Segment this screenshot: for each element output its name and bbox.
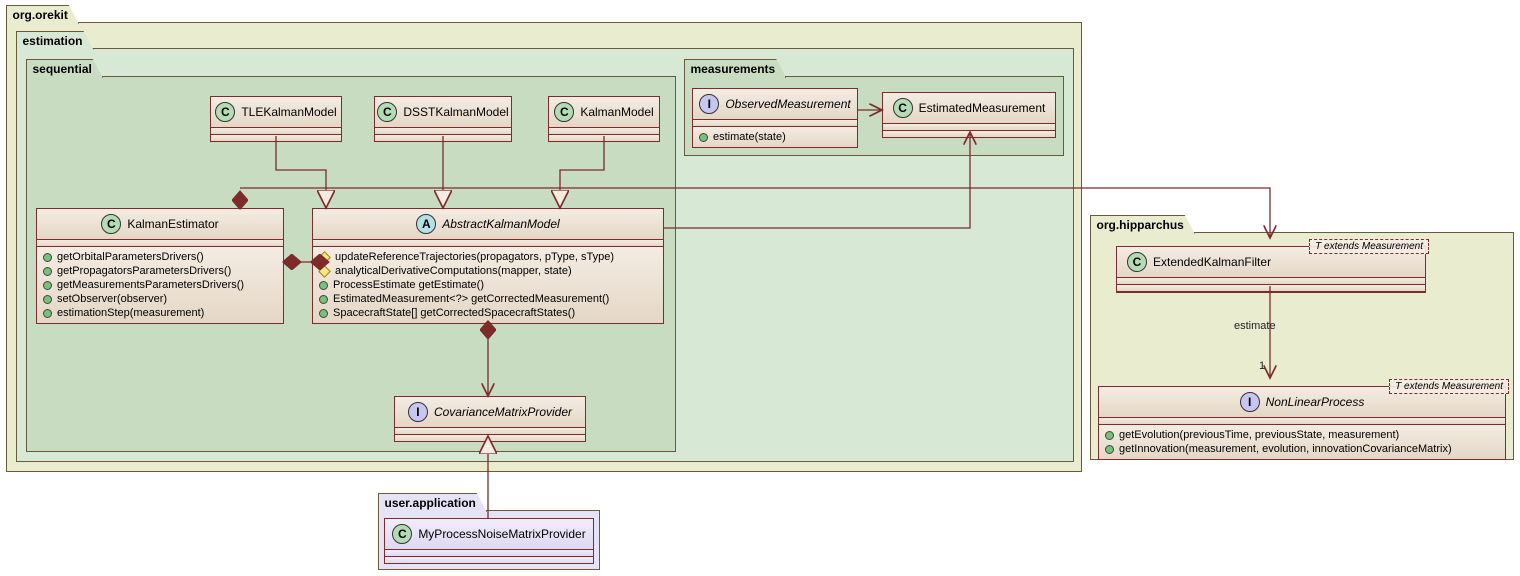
uml-canvas: org.orekit estimation sequential measure… — [0, 0, 1520, 576]
interface-observedmeasurement: I ObservedMeasurement estimate(state) — [692, 88, 858, 148]
public-method-icon — [43, 253, 52, 262]
public-method-icon — [699, 133, 708, 142]
edge-label-estimate: estimate — [1234, 320, 1276, 332]
method: setObserver(observer) — [57, 292, 167, 306]
class-name: MyProcessNoiseMatrixProvider — [418, 527, 585, 541]
class-dsstkalmanmodel: C DSSTKalmanModel — [374, 96, 512, 142]
class-stereotype-icon: C — [893, 98, 913, 118]
public-method-icon — [43, 309, 52, 318]
class-stereotype-icon: C — [377, 102, 397, 122]
protected-abstract-method-icon — [318, 251, 331, 264]
package-estimation-tab: estimation — [16, 31, 94, 50]
method: getMeasurementsParametersDrivers() — [57, 278, 244, 292]
class-name: CovarianceMatrixProvider — [434, 405, 572, 419]
interface-covariancematrixprovider: I CovarianceMatrixProvider — [394, 396, 586, 442]
edge-label-multiplicity-1: 1 — [1259, 360, 1265, 372]
method: getEvolution(previousTime, previousState… — [1119, 428, 1399, 442]
interface-nonlinearprocess: I NonLinearProcess getEvolution(previous… — [1098, 386, 1506, 460]
public-method-icon — [319, 281, 328, 290]
class-estimatedmeasurement: C EstimatedMeasurement — [882, 92, 1056, 138]
method: getInnovation(measurement, evolution, in… — [1119, 442, 1452, 456]
class-kalmanmodel: C KalmanModel — [548, 96, 660, 142]
class-name: EstimatedMeasurement — [919, 101, 1046, 115]
class-kalmanestimator: C KalmanEstimator getOrbitalParametersDr… — [36, 208, 284, 324]
method: getOrbitalParametersDrivers() — [57, 250, 204, 264]
package-sequential-tab: sequential — [26, 59, 103, 78]
package-hipparchus-tab: org.hipparchus — [1090, 215, 1195, 234]
class-name: AbstractKalmanModel — [442, 217, 559, 231]
method: SpacecraftState[] getCorrectedSpacecraft… — [333, 306, 575, 320]
class-name: ExtendedKalmanFilter — [1153, 255, 1271, 269]
class-stereotype-icon: C — [101, 214, 121, 234]
public-method-icon — [43, 267, 52, 276]
public-method-icon — [1105, 431, 1114, 440]
method: getPropagatorsParametersDrivers() — [57, 264, 231, 278]
public-method-icon — [319, 309, 328, 318]
class-extendedkalmanfilter: C ExtendedKalmanFilter T extends Measure… — [1116, 246, 1426, 293]
package-userapp-tab: user.application — [378, 493, 487, 512]
method: estimationStep(measurement) — [57, 306, 204, 320]
public-method-icon — [319, 295, 328, 304]
method: EstimatedMeasurement<?> getCorrectedMeas… — [333, 292, 609, 306]
method: analyticalDerivativeComputations(mapper,… — [335, 264, 572, 278]
class-name: KalmanEstimator — [127, 217, 218, 231]
interface-stereotype-icon: I — [1240, 392, 1260, 412]
class-stereotype-icon: C — [1127, 252, 1147, 272]
method: estimate(state) — [713, 130, 786, 144]
class-name: NonLinearProcess — [1266, 395, 1365, 409]
class-name: ObservedMeasurement — [725, 97, 850, 111]
class-stereotype-icon: C — [392, 524, 412, 544]
interface-stereotype-icon: I — [408, 402, 428, 422]
class-name: DSSTKalmanModel — [403, 105, 508, 119]
public-method-icon — [1105, 445, 1114, 454]
abstract-stereotype-icon: A — [416, 214, 436, 234]
package-orekit-tab: org.orekit — [6, 5, 79, 24]
class-abstractkalmanmodel: A AbstractKalmanModel updateReferenceTra… — [312, 208, 664, 324]
class-myprocessnoisematrixprovider: C MyProcessNoiseMatrixProvider — [384, 518, 594, 564]
class-stereotype-icon: C — [215, 102, 235, 122]
protected-abstract-method-icon — [318, 265, 331, 278]
class-name: KalmanModel — [580, 105, 653, 119]
method: updateReferenceTrajectories(propagators,… — [335, 250, 614, 264]
interface-stereotype-icon: I — [699, 94, 719, 114]
template-parameter: T extends Measurement — [1389, 379, 1509, 394]
public-method-icon — [43, 281, 52, 290]
public-method-icon — [43, 295, 52, 304]
package-measurements-tab: measurements — [684, 59, 787, 78]
class-stereotype-icon: C — [554, 102, 574, 122]
template-parameter: T extends Measurement — [1309, 239, 1429, 254]
method: ProcessEstimate getEstimate() — [333, 278, 484, 292]
class-name: TLEKalmanModel — [241, 105, 336, 119]
class-tlekalmanmodel: C TLEKalmanModel — [210, 96, 342, 142]
